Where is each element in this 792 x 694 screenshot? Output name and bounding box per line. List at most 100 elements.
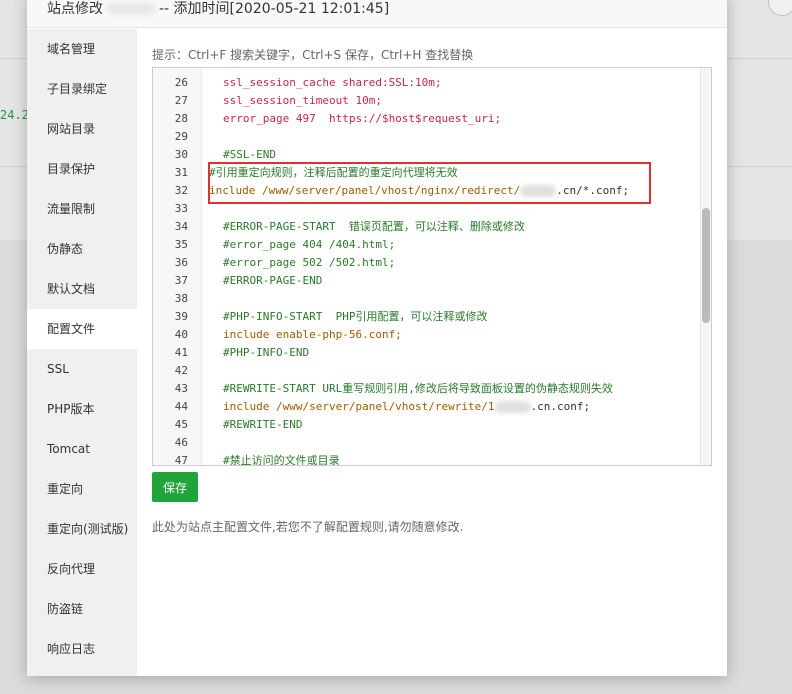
code-text: include enable-php-56.conf; [223,326,402,344]
code-segment: ssl_session_timeout 10m; [223,94,382,107]
save-button[interactable]: 保存 [152,472,198,502]
code-segment: #PHP-INFO-START PHP引用配置，可以注释或修改 [223,310,488,323]
code-line: 41 #PHP-INFO-END [153,344,701,362]
sidebar-item[interactable]: 防盗链 [27,589,137,629]
line-number: 27 [174,94,188,107]
code-line: 37 #ERROR-PAGE-END [153,272,701,290]
code-text: #PHP-INFO-END [223,344,309,362]
code-editor[interactable]: 26 ssl_session_cache shared:SSL:10m; 27 ssl… [152,67,712,466]
code-text: #引用重定向规则，注释后配置的重定向代理将无效 [209,164,458,182]
sidebar-item[interactable]: 网站目录 [27,109,137,149]
code-segment: #PHP-INFO-END [223,346,310,359]
code-line: 27 ssl_session_timeout 10m; [153,92,701,110]
modal-title-prefix: 站点修改 [47,1,103,17]
sidebar-item[interactable]: 重定向 [27,469,137,509]
line-number: 35 [174,238,188,251]
code-segment: #引用重定向规则，注释后配置的重定向代理将无效 [209,166,458,179]
sidebar-item[interactable]: 伪静态 [27,229,137,269]
modal-title-suffix: -- 添加时间[2020-05-21 12:01:45] [159,1,390,17]
sidebar-item[interactable]: Tomcat [27,429,137,469]
settings-sidebar: 域名管理 子目录绑定 网站目录 目录保护 流量限制 伪静态 默认文档 配置文件 SSL PHP版本… [27,29,137,676]
sidebar-item[interactable]: 响应日志 [27,629,137,669]
code-segment: include enable-php-56.conf; [223,328,402,341]
code-line: 44 include /www/server/panel/vhost/rewrit… [153,398,701,416]
code-line: 30 #SSL-END [153,146,701,164]
code-line: 31 #引用重定向规则，注释后配置的重定向代理将无效 [153,164,701,182]
sidebar-item[interactable]: 反向代理 [27,549,137,589]
code-text: #SSL-END [223,146,276,164]
code-text: ssl_session_cache shared:SSL:10m; [223,74,442,92]
sidebar-item[interactable]: 流量限制 [27,189,137,229]
code-text: #error_page 404 /404.html; [223,236,395,254]
code-line: 28 error_page 497 https://$host$request_u… [153,110,701,128]
sidebar-item[interactable]: 重定向(测试版) [27,509,137,549]
line-number: 34 [174,220,188,233]
code-text: include /www/server/panel/vhost/rewrite/… [223,398,590,416]
editor-scrollbar[interactable] [700,68,711,465]
code-line: 35 #error_page 404 /404.html; [153,236,701,254]
line-number: 33 [174,202,188,215]
line-number: 32 [174,184,188,197]
code-text: #ERROR-PAGE-START 错误页配置，可以注释、删除或修改 [223,218,525,236]
sidebar-item[interactable]: 域名管理 [27,29,137,69]
line-number: 47 [174,454,188,466]
code-segment: #REWRITE-END [223,418,303,431]
modal-title: 站点修改 -- 添加时间[2020-05-21 12:01:45] [27,0,727,28]
code-text: #REWRITE-START URL重写规则引用,修改后将导致面板设置的伪静态规… [223,380,613,398]
redacted-site-name [107,3,155,15]
sidebar-item[interactable]: 配置文件 [27,309,137,349]
code-text: #error_page 502 /502.html; [223,254,395,272]
editor-tip: 提示：Ctrl+F 搜索关键字，Ctrl+S 保存，Ctrl+H 查找替换 [152,48,474,62]
code-segment: #ERROR-PAGE-START 错误页配置，可以注释、删除或修改 [223,220,525,233]
code-line: 42 [153,362,701,380]
line-number: 38 [174,292,188,305]
code-segment: .cn.conf; [530,400,591,413]
scrollbar-thumb[interactable] [702,208,710,323]
line-number: 40 [174,328,188,341]
code-line: 29 [153,128,701,146]
line-number: 28 [174,112,188,125]
line-number: 44 [174,400,188,413]
code-line: 47 #禁止访问的文件或目录 [153,452,701,466]
code-line: 26 ssl_session_cache shared:SSL:10m; [153,74,701,92]
line-number: 37 [174,274,188,287]
code-line: 33 [153,200,701,218]
code-segment: include /www/server/panel/vhost/nginx/re… [209,184,521,197]
config-note: 此处为站点主配置文件,若您不了解配置规则,请勿随意修改. [152,520,464,534]
line-number: 41 [174,346,188,359]
code-text: include /www/server/panel/vhost/nginx/re… [209,182,629,200]
redacted-domain [494,401,531,413]
code-segment: ssl_session_cache shared:SSL:10m; [223,76,442,89]
code-line: 34 #ERROR-PAGE-START 错误页配置，可以注释、删除或修改 [153,218,701,236]
code-line: 45 #REWRITE-END [153,416,701,434]
code-text: error_page 497 https://$host$request_uri… [223,110,501,128]
code-lines: 26 ssl_session_cache shared:SSL:10m; 27 ssl… [153,68,701,466]
code-line: 38 [153,290,701,308]
code-text: #禁止访问的文件或目录 [223,452,340,465]
code-text: #ERROR-PAGE-END [223,272,322,290]
code-line: 40 include enable-php-56.conf; [153,326,701,344]
sidebar-item[interactable]: 目录保护 [27,149,137,189]
line-number: 43 [174,382,188,395]
line-number: 26 [174,76,188,89]
code-segment: include /www/server/panel/vhost/rewrite/… [223,400,495,413]
code-segment: #error_page 502 /502.html; [223,256,396,269]
code-segment: error_page 497 https://$host$request_uri… [223,112,502,125]
sidebar-item[interactable]: PHP版本 [27,389,137,429]
code-segment: #SSL-END [223,148,276,161]
sidebar-item[interactable]: 默认文档 [27,269,137,309]
code-line: 39 #PHP-INFO-START PHP引用配置，可以注释或修改 [153,308,701,326]
line-number: 31 [174,166,188,179]
code-line: 32 include /www/server/panel/vhost/nginx/… [153,182,701,200]
sidebar-item[interactable]: 子目录绑定 [27,69,137,109]
code-text: #REWRITE-END [223,416,302,434]
redacted-domain [520,185,557,197]
line-number: 42 [174,364,188,377]
line-number: 46 [174,436,188,449]
sidebar-item[interactable]: SSL [27,349,137,389]
code-line: 46 [153,434,701,452]
code-segment: #REWRITE-START URL重写规则引用,修改后将导致面板设置的伪静态规… [223,382,613,395]
code-text: ssl_session_timeout 10m; [223,92,382,110]
line-number: 29 [174,130,188,143]
